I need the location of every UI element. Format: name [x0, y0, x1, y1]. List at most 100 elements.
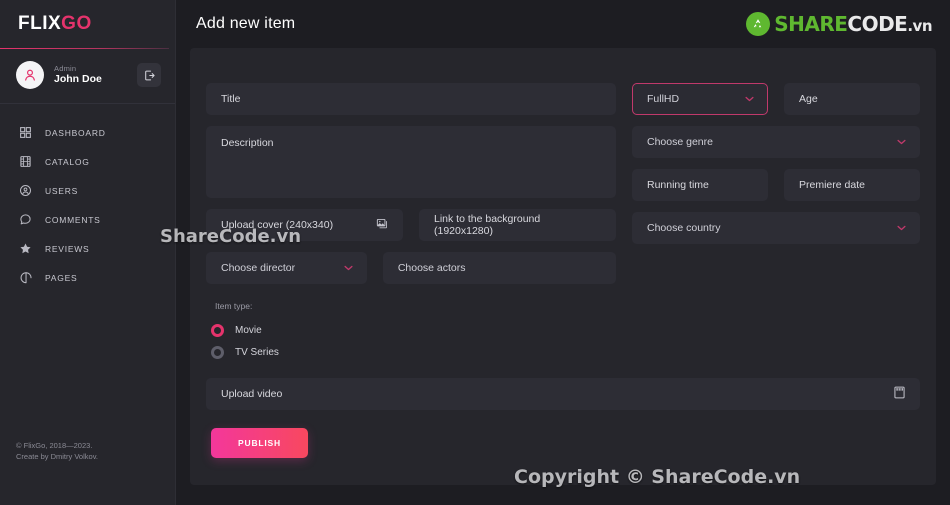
cover-placeholder: Upload cover (240x340)	[221, 219, 334, 231]
upload-video-placeholder: Upload video	[221, 388, 283, 400]
star-icon	[18, 241, 33, 256]
form-card: Title Description Upload cover (240x340)	[190, 48, 936, 485]
radio-movie-label: Movie	[235, 324, 262, 336]
radio-tv-series-label: TV Series	[235, 346, 279, 358]
running-time-wrap: Running time	[632, 169, 768, 201]
age-input[interactable]: Age	[784, 83, 920, 115]
add-item-form: Title Description Upload cover (240x340)	[206, 83, 920, 458]
sidebar-footer: © FlixGo, 2018—2023. Create by Dmitry Vo…	[16, 440, 98, 463]
country-placeholder: Choose country	[647, 222, 721, 234]
radio-tv-series-indicator[interactable]	[211, 345, 224, 359]
description-placeholder: Description	[221, 137, 274, 149]
user-profile[interactable]: Admin John Doe	[0, 49, 175, 103]
video-icon[interactable]	[893, 386, 906, 403]
sidebar-item-label: PAGES	[45, 272, 78, 283]
brand-flix-text: FLIX	[18, 13, 62, 34]
country-select[interactable]: Choose country	[632, 212, 920, 244]
comment-icon	[18, 212, 33, 227]
logout-icon	[144, 70, 155, 80]
radio-movie-indicator[interactable]	[211, 323, 224, 337]
radio-movie[interactable]: Movie	[211, 319, 920, 341]
form-left-column: Title Description Upload cover (240x340)	[206, 83, 616, 284]
sidebar-item-label: USERS	[45, 185, 79, 196]
sharecode-badge-icon	[746, 12, 771, 36]
running-time-placeholder: Running time	[647, 179, 709, 191]
sidebar: FLIXGO Admin John Doe DASHBOARD CATALOG …	[0, 0, 176, 505]
genre-select[interactable]: Choose genre	[632, 126, 920, 158]
premiere-date-placeholder: Premiere date	[799, 179, 865, 191]
sidebar-nav: DASHBOARD CATALOG USERS COMMENTS REVIEWS…	[0, 118, 175, 292]
film-icon	[18, 154, 33, 169]
age-wrap: Age	[784, 83, 920, 115]
premiere-date-input[interactable]: Premiere date	[784, 169, 920, 201]
topbar: Add new item SHARECODE.vn	[176, 0, 950, 48]
quality-wrap: FullHD	[632, 83, 768, 115]
chevron-down-icon	[897, 222, 906, 234]
user-circle-icon	[18, 183, 33, 198]
sidebar-item-pages[interactable]: PAGES	[18, 263, 175, 292]
media-row: Upload cover (240x340) Link to the backg…	[206, 209, 616, 241]
form-top-row: Title Description Upload cover (240x340)	[206, 83, 920, 284]
director-wrap: Choose director	[206, 252, 367, 284]
main-area: Add new item SHARECODE.vn Title Descript…	[176, 0, 950, 505]
sidebar-item-label: REVIEWS	[45, 243, 90, 254]
avatar	[16, 61, 44, 89]
cover-upload-input[interactable]: Upload cover (240x340)	[206, 209, 403, 241]
quality-age-row: FullHD Age	[632, 83, 920, 115]
quality-select[interactable]: FullHD	[632, 83, 768, 115]
upload-video-input[interactable]: Upload video	[206, 378, 920, 410]
actors-select[interactable]: Choose actors	[382, 252, 616, 284]
sidebar-item-users[interactable]: USERS	[18, 176, 175, 205]
pages-icon	[18, 270, 33, 285]
logo-share-text: SHARE	[774, 12, 848, 36]
image-icon[interactable]	[376, 217, 389, 233]
sidebar-divider	[0, 103, 175, 104]
people-row: Choose director Choose actors	[206, 252, 616, 284]
premiere-date-wrap: Premiere date	[784, 169, 920, 201]
brand-logo[interactable]: FLIXGO	[0, 0, 175, 48]
sidebar-item-reviews[interactable]: REVIEWS	[18, 234, 175, 263]
actors-wrap: Choose actors	[382, 252, 616, 284]
description-textarea[interactable]: Description	[206, 126, 616, 198]
genre-placeholder: Choose genre	[647, 136, 713, 148]
sidebar-item-label: COMMENTS	[45, 214, 101, 225]
sidebar-item-label: CATALOG	[45, 156, 90, 167]
quality-value: FullHD	[647, 93, 680, 105]
publish-button[interactable]: PUBLISH	[211, 428, 308, 458]
form-right-column: FullHD Age Choose genre Running time Pre…	[632, 83, 920, 284]
chevron-down-icon	[344, 262, 353, 274]
user-icon	[25, 69, 35, 81]
title-placeholder: Title	[221, 93, 241, 105]
title-input[interactable]: Title	[206, 83, 616, 115]
sidebar-item-label: DASHBOARD	[45, 127, 106, 138]
logo-code-text: CODE	[847, 12, 908, 36]
logout-button[interactable]	[137, 63, 161, 87]
grid-icon	[18, 125, 33, 140]
actors-placeholder: Choose actors	[397, 262, 466, 274]
author-line: Create by Dmitry Volkov.	[16, 452, 98, 462]
copyright-line: © FlixGo, 2018—2023.	[16, 440, 93, 450]
cover-upload-wrap: Upload cover (240x340)	[206, 209, 403, 241]
item-type-label: Item type:	[215, 301, 253, 311]
chevron-down-icon	[897, 136, 906, 148]
director-placeholder: Choose director	[221, 262, 296, 274]
sharecode-logo: SHARECODE.vn	[746, 12, 932, 36]
user-name: John Doe	[54, 73, 102, 86]
sidebar-item-catalog[interactable]: CATALOG	[18, 147, 175, 176]
running-time-input[interactable]: Running time	[632, 169, 768, 201]
time-date-row: Running time Premiere date	[632, 169, 920, 201]
director-select[interactable]: Choose director	[206, 252, 367, 284]
page-title: Add new item	[196, 15, 296, 32]
radio-tv-series[interactable]: TV Series	[211, 341, 920, 363]
background-link-wrap: Link to the background (1920x1280)	[419, 209, 616, 241]
app-root: FLIXGO Admin John Doe DASHBOARD CATALOG …	[0, 0, 950, 505]
background-placeholder: Link to the background (1920x1280)	[434, 213, 541, 237]
sidebar-item-comments[interactable]: COMMENTS	[18, 205, 175, 234]
user-role: Admin	[54, 63, 77, 73]
age-placeholder: Age	[799, 93, 818, 105]
user-meta: Admin John Doe	[54, 64, 127, 87]
background-link-input[interactable]: Link to the background (1920x1280)	[419, 209, 616, 241]
brand-go-text: GO	[61, 13, 92, 34]
logo-vn-text: .vn	[907, 17, 932, 35]
sidebar-item-dashboard[interactable]: DASHBOARD	[18, 118, 175, 147]
